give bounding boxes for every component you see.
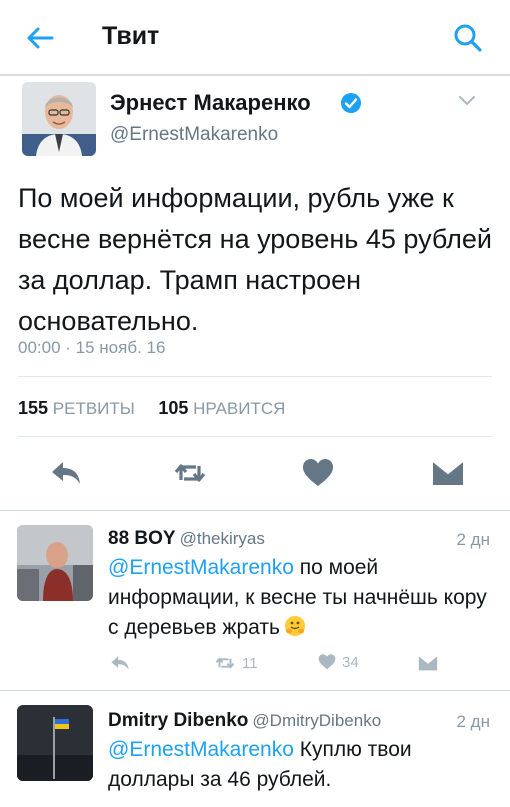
- divider: [18, 376, 492, 377]
- reply-author-handle[interactable]: @thekiryas: [180, 529, 265, 548]
- likes-count[interactable]: 105: [158, 398, 188, 418]
- retweet-count: 11: [242, 654, 258, 672]
- reply-actions: 11 34: [0, 652, 510, 678]
- top-app-bar: Твит: [0, 0, 510, 76]
- reply-text: @ErnestMakarenko по моей информации, к в…: [108, 553, 493, 643]
- author-avatar[interactable]: [22, 82, 96, 156]
- reply-text: @ErnestMakarenko Куплю твои доллары за 4…: [108, 735, 493, 795]
- tweet-actions: [0, 455, 510, 495]
- like-icon: [318, 654, 336, 670]
- reply-author-name[interactable]: Dmitry Dibenko: [108, 710, 248, 731]
- like-button[interactable]: 34: [316, 652, 359, 678]
- reply-author-handle[interactable]: @DmitryDibenko: [252, 711, 381, 730]
- search-icon[interactable]: [452, 22, 484, 54]
- arrow-left-icon[interactable]: [24, 22, 56, 54]
- reply-age: 2 дн: [456, 530, 491, 549]
- reply-author[interactable]: Dmitry Dibenko @DmitryDibenko: [108, 710, 381, 732]
- divider: [0, 690, 510, 691]
- divider: [0, 510, 510, 511]
- retweet-icon[interactable]: [172, 455, 208, 491]
- reply-age: 2 дн: [456, 712, 491, 731]
- reply-avatar[interactable]: [17, 525, 93, 601]
- divider: [18, 436, 492, 437]
- retweets-count[interactable]: 155: [18, 398, 48, 418]
- like-count: 34: [342, 653, 359, 671]
- chevron-down-icon[interactable]: [458, 95, 476, 107]
- retweets-label[interactable]: РЕТВИТЫ: [53, 399, 135, 418]
- verified-badge-icon: [341, 93, 361, 113]
- direct-message-button[interactable]: [416, 652, 440, 678]
- retweet-icon: [215, 657, 235, 669]
- mention-link[interactable]: @ErnestMakarenko: [108, 556, 294, 579]
- direct-message-icon[interactable]: [430, 455, 466, 491]
- reply-icon: [111, 656, 129, 670]
- hugging-face-emoji: [284, 616, 305, 636]
- page-title: Твит: [102, 22, 160, 50]
- reply-icon[interactable]: [48, 455, 84, 491]
- reply-avatar[interactable]: [17, 705, 93, 781]
- like-icon[interactable]: [300, 455, 336, 491]
- tweet-text: По моей информации, рубль уже к весне ве…: [18, 183, 493, 336]
- reply-button[interactable]: [108, 652, 132, 678]
- tweet-stats: 155 РЕТВИТЫ 105 НРАВИТСЯ: [18, 398, 285, 419]
- mention-link[interactable]: @ErnestMakarenko: [108, 738, 294, 761]
- tweet-timestamp: 00:00 · 15 нояб. 16: [18, 338, 166, 357]
- reply-author[interactable]: 88 BOY @thekiryas: [108, 528, 265, 550]
- author-handle[interactable]: @ErnestMakarenko: [110, 124, 278, 146]
- likes-label[interactable]: НРАВИТСЯ: [193, 399, 285, 418]
- reply-author-name[interactable]: 88 BOY: [108, 528, 176, 549]
- retweet-button[interactable]: 11: [212, 652, 258, 678]
- direct-message-icon: [418, 655, 438, 671]
- author-name[interactable]: Эрнест Макаренко: [110, 90, 311, 116]
